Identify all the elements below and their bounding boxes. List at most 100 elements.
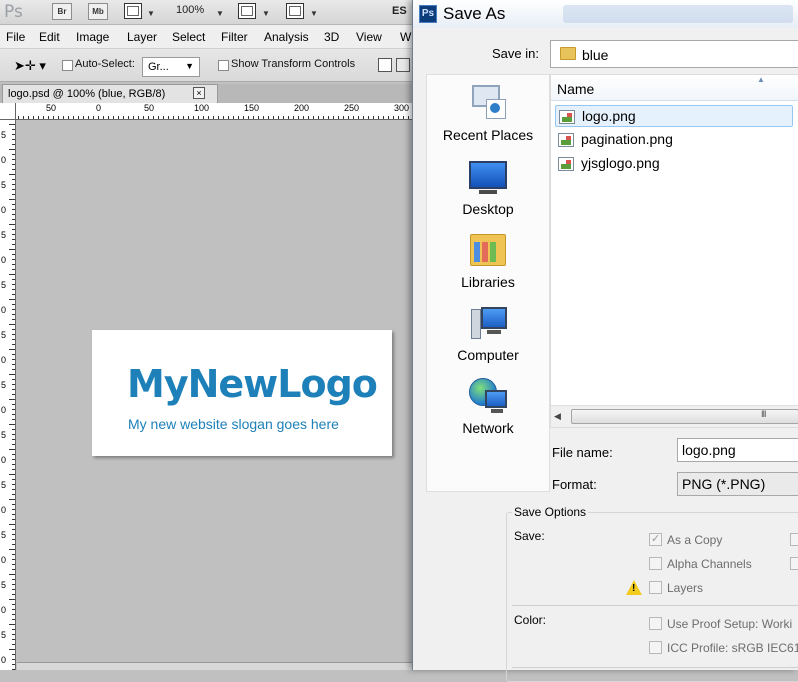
ruler-tick [343, 116, 344, 119]
ruler-label: 5 [1, 480, 7, 490]
chevron-down-icon[interactable]: ▼ [147, 9, 155, 18]
ruler-tick [138, 116, 139, 119]
auto-select-dropdown[interactable]: Gr... ▼ [142, 57, 200, 77]
ruler-tick [63, 116, 64, 119]
show-transform-checkbox[interactable] [218, 60, 229, 71]
warning-mark: ! [632, 583, 636, 594]
dialog-title-bar[interactable]: Ps Save As [413, 0, 798, 28]
screen-mode-icon[interactable] [286, 3, 304, 19]
ruler-tick [133, 116, 134, 119]
menu-layer[interactable]: Layer [127, 30, 157, 44]
workspace-switcher[interactable]: ES [392, 5, 407, 17]
align-middle-icon[interactable] [396, 58, 410, 72]
menu-file[interactable]: File [6, 30, 25, 44]
ruler-tick [12, 219, 15, 220]
menu-view[interactable]: View [356, 30, 382, 44]
place-desktop[interactable]: Desktop [427, 159, 549, 217]
ruler-tick [238, 116, 239, 119]
png-file-icon [558, 133, 574, 147]
auto-select-label: Auto-Select: [75, 58, 135, 70]
file-row[interactable]: pagination.png [555, 129, 793, 151]
zoom-level[interactable]: 100% [176, 4, 204, 16]
ruler-tick [9, 474, 15, 475]
move-tool-icon[interactable]: ➤✛ ▾ [14, 58, 46, 74]
ruler-tick [153, 116, 154, 119]
ruler-tick [12, 139, 15, 140]
ruler-tick [12, 484, 15, 485]
ruler-tick [98, 116, 99, 119]
ruler-tick [223, 116, 224, 119]
bridge-button[interactable]: Br [52, 3, 72, 20]
file-row[interactable]: yjsglogo.png [555, 153, 793, 175]
ruler-tick [12, 284, 15, 285]
ruler-tick [12, 234, 15, 235]
auto-select-checkbox[interactable] [62, 60, 73, 71]
spot-colors-checkbox[interactable] [790, 557, 798, 570]
format-dropdown[interactable]: PNG (*.PNG) [677, 472, 798, 496]
ruler-tick [9, 399, 15, 400]
ruler-tick [318, 116, 319, 119]
ruler-tick [12, 589, 15, 590]
notes-checkbox[interactable] [790, 533, 798, 546]
column-header-name[interactable]: Name ▲ [551, 75, 798, 101]
place-libraries[interactable]: Libraries [427, 230, 549, 290]
ruler-tick [293, 116, 294, 119]
place-label: Computer [457, 347, 519, 363]
format-label: Format: [552, 477, 597, 492]
ruler-tick [33, 116, 34, 119]
ruler-tick [12, 644, 15, 645]
menu-edit[interactable]: Edit [39, 30, 60, 44]
menu-image[interactable]: Image [76, 30, 109, 44]
chevron-down-icon[interactable]: ▼ [216, 9, 224, 18]
ruler-tick [298, 116, 299, 119]
ruler-tick [12, 434, 15, 435]
ruler-label: 5 [1, 530, 7, 540]
options-bar: ➤✛ ▾ Auto-Select: Show Transform Control… [0, 49, 420, 82]
computer-icon [467, 303, 509, 343]
ruler-tick [353, 116, 354, 119]
ruler-tick [288, 116, 289, 119]
ruler-tick [9, 349, 15, 350]
alpha-channels-checkbox[interactable] [649, 557, 662, 570]
menu-window[interactable]: W [400, 30, 411, 44]
place-network[interactable]: Network [427, 376, 549, 436]
ruler-left[interactable]: 5 0 5 0 5 0 5 0 5 0 5 0 5 0 5 0 5 0 5 0 5 0 [0, 120, 16, 670]
arrange-documents-icon[interactable] [238, 3, 256, 19]
menu-filter[interactable]: Filter [221, 30, 248, 44]
close-icon[interactable]: × [193, 87, 205, 99]
align-top-icon[interactable] [378, 58, 392, 72]
document-artboard[interactable]: MyNewLogo My new website slogan goes her… [92, 330, 392, 456]
place-computer[interactable]: Computer [427, 303, 549, 363]
status-bar [17, 662, 417, 670]
ruler-top[interactable]: 50 0 50 100 150 200 250 300 [16, 103, 420, 120]
file-list[interactable]: Name ▲ logo.png pagination.png yjsglogo.… [550, 74, 798, 428]
ruler-corner[interactable] [0, 103, 16, 120]
document-tab[interactable]: logo.psd @ 100% (blue, RGB/8) × [2, 84, 218, 103]
place-recent-places[interactable]: Recent Places [427, 83, 549, 143]
ruler-tick [12, 269, 15, 270]
as-a-copy-checkbox[interactable] [649, 532, 662, 546]
ruler-tick [12, 659, 15, 660]
horizontal-scrollbar[interactable]: ◀ III [551, 405, 798, 427]
ruler-label: 5 [1, 380, 7, 390]
ruler-tick [12, 259, 15, 260]
chevron-down-icon[interactable]: ▼ [262, 9, 270, 18]
view-extras-icon[interactable] [124, 3, 142, 19]
icc-profile-checkbox[interactable] [649, 641, 662, 654]
save-in-dropdown[interactable]: blue [550, 40, 798, 68]
scroll-left-icon[interactable]: ◀ [554, 411, 561, 422]
chevron-down-icon[interactable]: ▼ [310, 9, 318, 18]
ruler-tick [9, 524, 15, 525]
ruler-tick [9, 574, 15, 575]
menu-3d[interactable]: 3D [324, 30, 339, 44]
menu-analysis[interactable]: Analysis [264, 30, 309, 44]
ruler-tick [323, 116, 324, 119]
menu-select[interactable]: Select [172, 30, 205, 44]
show-transform-label: Show Transform Controls [231, 58, 356, 70]
layers-checkbox[interactable] [649, 581, 662, 594]
ruler-tick [243, 116, 244, 119]
file-row[interactable]: logo.png [555, 105, 793, 127]
mini-bridge-button[interactable]: Mb [88, 3, 108, 20]
use-proof-setup-checkbox[interactable] [649, 617, 662, 630]
file-name-field[interactable]: logo.png [677, 438, 798, 462]
